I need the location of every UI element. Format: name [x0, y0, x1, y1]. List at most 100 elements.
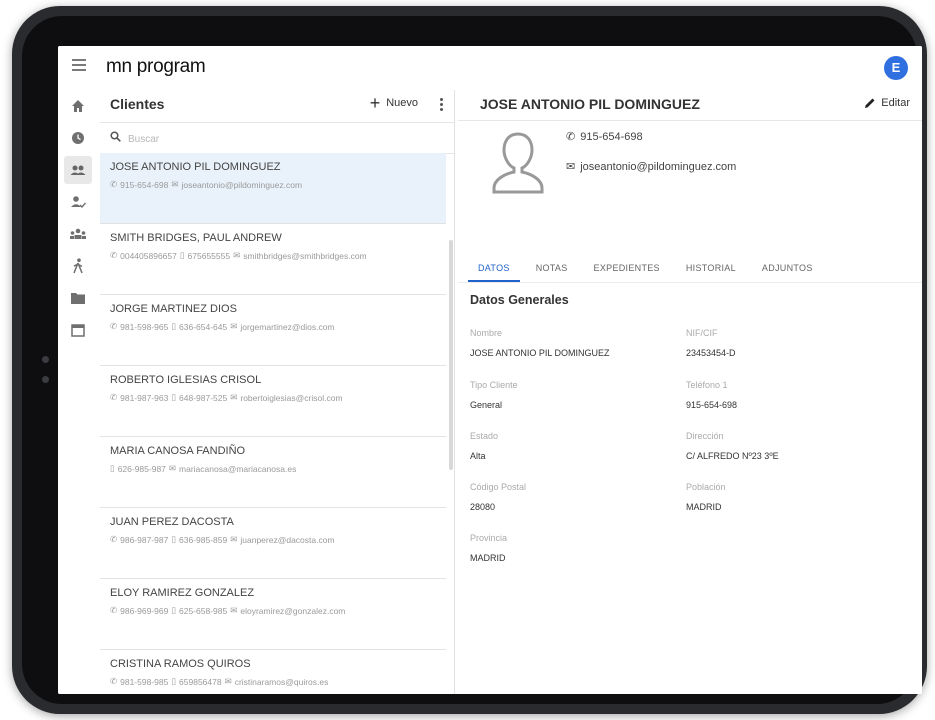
group-icon[interactable]: [64, 220, 92, 248]
list-item[interactable]: ELOY RAMIREZ GONZALEZ ✆ 986-969-969 ▯ 625-…: [100, 579, 446, 650]
field-label-direccion: Dirección: [686, 431, 724, 441]
tab-notas[interactable]: NOTAS: [526, 260, 578, 280]
list-item[interactable]: JORGE MARTINEZ DIOS ✆ 981-598-965 ▯ 636-65…: [100, 295, 446, 366]
field-value-nombre: JOSE ANTONIO PIL DOMINGUEZ: [470, 348, 610, 358]
client-contact: ✆ 004405896657 ▯ 675655555 ✉ smithbridges@s…: [110, 250, 367, 261]
app-logo: mn program: [106, 56, 206, 77]
hamburger-menu-icon[interactable]: [72, 59, 86, 71]
search-input[interactable]: [126, 129, 430, 149]
user-check-icon[interactable]: [64, 188, 92, 216]
tab-historial[interactable]: HISTORIAL: [676, 260, 746, 280]
field-label-poblacion: Población: [686, 482, 726, 492]
field-label-nif: NIF/CIF: [686, 328, 718, 338]
clients-list-panel: Clientes + Nuevo JOSE ANTONIO PIL DOMING…: [100, 90, 455, 694]
tab-datos[interactable]: DATOS: [468, 260, 520, 282]
phone-icon: ✆: [110, 250, 118, 260]
client-phone: 915-654-698: [120, 179, 169, 190]
phone-icon: ✆: [110, 605, 118, 615]
list-item[interactable]: JOSE ANTONIO PIL DOMINGUEZ ✆ 915-654-698 …: [100, 153, 446, 224]
list-item[interactable]: SMITH BRIDGES, PAUL ANDREW ✆ 004405896657…: [100, 224, 446, 295]
list-header: Clientes + Nuevo: [100, 90, 454, 122]
section-title: Datos Generales: [470, 293, 569, 307]
mobile-icon: ▯: [171, 534, 177, 544]
clients-icon[interactable]: [64, 156, 92, 184]
tab-adjuntos[interactable]: ADJUNTOS: [752, 260, 823, 280]
client-email: cristinaramos@quiros.es: [234, 676, 329, 687]
client-phone: 986-969-969: [120, 605, 169, 616]
person-walking-icon[interactable]: [64, 252, 92, 280]
client-contact: ✆ 986-969-969 ▯ 625-658-985 ✉ eloyramirez@g…: [110, 605, 345, 616]
top-bar: mn program E: [58, 46, 922, 90]
mobile-icon: ▯: [171, 321, 177, 331]
field-value-telefono: 915-654-698: [686, 400, 738, 410]
tab-expedientes[interactable]: EXPEDIENTES: [584, 260, 670, 280]
field-value-tipo: General: [470, 400, 503, 410]
client-contact: ✆ 981-598-965 ▯ 636-654-645 ✉ jorgemartinez…: [110, 321, 335, 332]
edit-label: Editar: [881, 97, 910, 109]
client-mobile: 648-987-525: [179, 392, 228, 403]
more-vert-icon[interactable]: [440, 98, 444, 113]
phone-icon: ✆: [566, 131, 576, 143]
list-item[interactable]: JUAN PEREZ DACOSTA ✆ 986-987-987 ▯ 636-985…: [100, 508, 446, 579]
folder-icon[interactable]: [64, 284, 92, 312]
client-mobile: 675655555: [187, 250, 231, 261]
client-mobile: 636-654-645: [179, 321, 228, 332]
client-detail-panel: JOSE ANTONIO PIL DOMINGUEZ Editar ✆ 915-…: [458, 90, 922, 694]
client-email: joseantonio@pildominguez.com: [181, 179, 303, 190]
client-contact: ✆ 981-598-985 ▯ 659856478 ✉ cristinaramos@q…: [110, 676, 328, 687]
client-email: smithbridges@smithbridges.com: [243, 250, 367, 261]
mobile-icon: ▯: [110, 463, 115, 473]
field-label-tipo: Tipo Cliente: [470, 380, 518, 390]
client-name: ELOY RAMIREZ GONZALEZ: [110, 587, 255, 599]
mobile-icon: ▯: [179, 250, 185, 260]
list-item[interactable]: ROBERTO IGLESIAS CRISOL ✆ 981-987-963 ▯ 64…: [100, 366, 446, 437]
client-contact: ✆ 981-987-963 ▯ 648-987-525 ✉ robertoiglesi…: [110, 392, 343, 403]
pencil-icon: [865, 98, 875, 108]
detail-phone-value: 915-654-698: [580, 130, 643, 143]
field-value-provincia: MADRID: [470, 553, 506, 563]
client-name: JOSE ANTONIO PIL DOMINGUEZ: [110, 161, 281, 173]
email-icon: ✉: [230, 605, 238, 615]
detail-title: JOSE ANTONIO PIL DOMINGUEZ: [480, 96, 700, 112]
client-contact: ▯ 626-985-987 ✉ mariacanosa@mariacanosa.es: [110, 463, 296, 474]
detail-header: JOSE ANTONIO PIL DOMINGUEZ Editar: [458, 90, 922, 121]
mobile-icon: ▯: [171, 605, 177, 615]
detail-phone: ✆ 915-654-698: [566, 130, 643, 144]
clock-icon[interactable]: [64, 124, 92, 152]
list-scrollbar[interactable]: [449, 240, 453, 470]
phone-icon: ✆: [110, 179, 118, 189]
client-email: mariacanosa@mariacanosa.es: [179, 463, 297, 474]
user-avatar[interactable]: E: [884, 56, 908, 80]
search-icon: [110, 131, 121, 142]
email-icon: ✉: [566, 161, 576, 173]
email-icon: ✉: [171, 179, 179, 189]
new-client-button[interactable]: + Nuevo: [370, 94, 418, 112]
field-label-telefono: Teléfono 1: [686, 380, 728, 390]
field-value-estado: Alta: [470, 451, 486, 461]
client-phone: 981-598-985: [120, 676, 169, 687]
email-icon: ✉: [230, 534, 238, 544]
client-contact: ✆ 986-987-987 ▯ 636-985-859 ✉ juanperez@dac…: [110, 534, 335, 545]
client-phone: 981-987-963: [120, 392, 169, 403]
client-email: eloyramirez@gonzalez.com: [240, 605, 346, 616]
field-value-direccion: C/ ALFREDO Nº23 3ºE: [686, 451, 779, 461]
client-contact: ✆ 915-654-698 ✉ joseantonio@pildominguez.c…: [110, 179, 302, 190]
client-email: jorgemartinez@dios.com: [240, 321, 335, 332]
clients-list: JOSE ANTONIO PIL DOMINGUEZ ✆ 915-654-698 …: [100, 153, 446, 694]
field-value-cp: 28080: [470, 502, 496, 512]
client-phone: 004405896657: [120, 250, 177, 261]
phone-icon: ✆: [110, 321, 118, 331]
calendar-icon[interactable]: [64, 316, 92, 344]
list-item[interactable]: MARIA CANOSA FANDIÑO ▯ 626-985-987 ✉ maria…: [100, 437, 446, 508]
detail-email-value: joseantonio@pildominguez.com: [580, 160, 737, 173]
email-icon: ✉: [168, 463, 177, 473]
home-icon[interactable]: [64, 92, 92, 120]
list-item[interactable]: CRISTINA RAMOS QUIROS ✆ 981-598-985 ▯ 6598…: [100, 650, 446, 694]
camera-dot: [42, 376, 49, 383]
client-email: juanperez@dacosta.com: [240, 534, 335, 545]
tablet-frame: mn program E Clientes + Nuevo Buscar JOS…: [12, 6, 927, 714]
edit-button[interactable]: Editar: [864, 97, 910, 109]
field-value-nif: 23453454-D: [686, 348, 736, 358]
mobile-icon: ▯: [171, 676, 177, 686]
camera-dot: [42, 356, 49, 363]
